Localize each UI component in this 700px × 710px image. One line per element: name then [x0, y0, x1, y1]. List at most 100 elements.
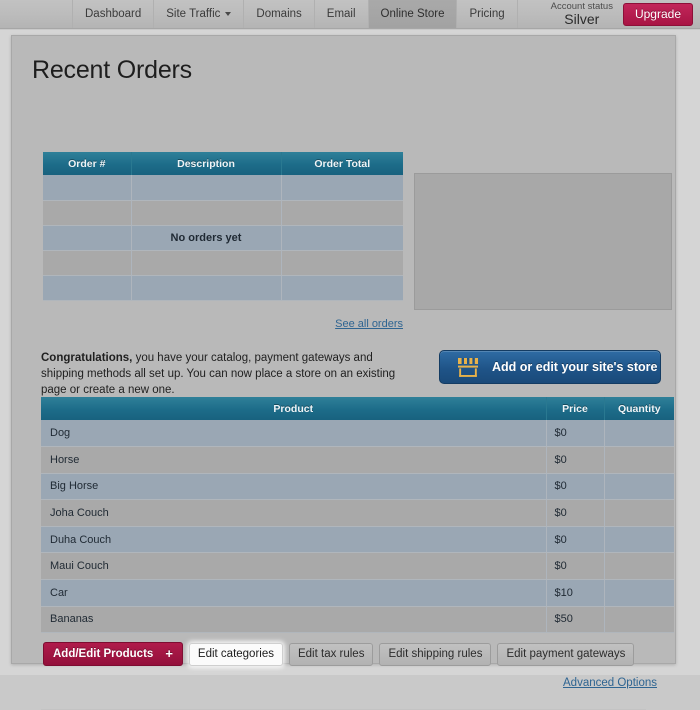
nav-item-dashboard[interactable]: Dashboard: [73, 0, 155, 28]
orders-table-row: [43, 250, 403, 276]
nav-item-domains[interactable]: Domains: [244, 0, 315, 28]
congratulations-message: Congratulations, you have your catalog, …: [41, 350, 401, 398]
product-row[interactable]: Car $10: [41, 579, 674, 607]
nav-item-label: Site Traffic: [166, 8, 221, 20]
nav-left-spacer: [0, 0, 73, 28]
products-column-header: Product: [41, 397, 547, 420]
product-row[interactable]: Horse $0: [41, 446, 674, 474]
orders-body: No orders yet: [43, 175, 403, 301]
product-price-cell: $0: [546, 420, 605, 448]
product-price-cell: $0: [546, 473, 605, 501]
product-quantity-cell: [604, 552, 674, 581]
product-product-cell: Duha Couch: [41, 526, 547, 554]
products-header-row: Product Price Quantity: [41, 397, 674, 420]
orders-table-cell: [281, 275, 403, 301]
button-label: Edit categories: [197, 647, 274, 660]
product-price-cell: $50: [546, 606, 605, 634]
orders-table-cell: [43, 175, 132, 201]
page-title: Recent Orders: [32, 56, 192, 84]
orders-table-cell: [43, 200, 132, 226]
panel-inner: Recent Orders Order # Description Order To…: [12, 56, 675, 710]
orders-column-header: Order Total: [281, 152, 403, 175]
nav-flex-spacer: [518, 0, 541, 28]
product-product-cell: Maui Couch: [41, 552, 547, 581]
advanced-options-link[interactable]: Advanced Options: [12, 677, 657, 689]
account-tier-value: Silver: [564, 10, 600, 27]
orders-table-cell: [281, 175, 403, 201]
nav-item-label: Pricing: [469, 8, 505, 20]
orders-header-row: Order # Description Order Total: [43, 152, 403, 175]
edit-tax-rules-button[interactable]: Edit tax rules: [288, 642, 374, 666]
nav-item-list: Dashboard Site Traffic Domains Email Online …: [73, 0, 518, 28]
product-product-cell: Horse: [41, 446, 547, 474]
orders-table-row: [43, 200, 403, 226]
nav-item-label: Dashboard: [85, 8, 142, 20]
edit-categories-button[interactable]: Edit categories: [188, 642, 283, 666]
product-row[interactable]: Big Horse $0: [41, 473, 674, 501]
orders-table-row: [43, 275, 403, 301]
nav-item-label: Online Store: [380, 8, 445, 20]
add-edit-products-button[interactable]: Add/Edit Products +: [43, 642, 183, 666]
product-product-cell: Joha Couch: [41, 499, 547, 527]
orders-table-cell: [281, 200, 403, 226]
product-quantity-cell: [604, 420, 674, 448]
nav-item-email[interactable]: Email: [315, 0, 369, 28]
product-price-cell: $0: [546, 526, 605, 554]
product-row[interactable]: Duha Couch $0: [41, 526, 674, 554]
orders-table-cell: [43, 275, 132, 301]
button-label: Edit payment gateways: [506, 647, 626, 660]
edit-shipping-rules-button[interactable]: Edit shipping rules: [379, 642, 492, 666]
top-navigation-bar: Dashboard Site Traffic Domains Email Online …: [0, 0, 700, 29]
button-label: Edit shipping rules: [388, 647, 483, 660]
products-body: Dog $0 Horse $0 Big Horse $0 Joha Couch $0 Duha …: [41, 420, 674, 634]
product-row[interactable]: Maui Couch $0: [41, 552, 674, 581]
product-action-buttons: Add/Edit Products + Edit categories Edit ta…: [43, 642, 635, 666]
product-price-cell: $0: [546, 552, 605, 581]
see-all-orders-link[interactable]: See all orders: [12, 318, 403, 330]
product-price-cell: $0: [546, 446, 605, 474]
button-label: Edit tax rules: [297, 647, 365, 660]
chevron-down-icon: [225, 12, 232, 16]
products-table-wrapper: Product Price Quantity Dog $0 Horse $0 Big Hor…: [41, 397, 674, 634]
content-panel: Recent Orders Order # Description Order To…: [11, 35, 676, 710]
product-product-cell: Car: [41, 579, 547, 607]
orders-column-header: Description: [131, 152, 282, 175]
storefront-icon: [456, 357, 480, 378]
orders-table-cell: [281, 250, 403, 276]
nav-item-label: Domains: [256, 8, 302, 20]
product-quantity-cell: [604, 579, 674, 607]
products-table: Product Price Quantity Dog $0 Horse $0 Big Hor…: [41, 397, 674, 634]
plus-icon: +: [165, 646, 173, 661]
edit-payment-gateways-button[interactable]: Edit payment gateways: [497, 642, 635, 666]
product-product-cell: Bananas: [41, 606, 547, 634]
product-row[interactable]: Joha Couch $0: [41, 499, 674, 527]
product-quantity-cell: [604, 446, 674, 474]
product-quantity-cell: [604, 606, 674, 634]
product-product-cell: Big Horse: [41, 473, 547, 501]
product-quantity-cell: [604, 526, 674, 554]
orders-table-cell: [131, 175, 282, 201]
product-price-cell: $10: [546, 579, 605, 607]
product-product-cell: Dog: [41, 420, 547, 448]
product-row[interactable]: Dog $0: [41, 420, 674, 448]
product-quantity-cell: [604, 499, 674, 527]
product-row[interactable]: Bananas $50: [41, 606, 674, 634]
products-column-header: Quantity: [604, 397, 674, 420]
orders-table-cell: [281, 225, 403, 251]
orders-table-row: [43, 175, 403, 201]
orders-table-cell: [43, 250, 132, 276]
product-quantity-cell: [604, 473, 674, 501]
nav-item-label: Email: [326, 8, 356, 20]
orders-column-header: Order #: [43, 152, 132, 175]
orders-table-cell: [43, 225, 132, 251]
orders-table-cell: [131, 275, 282, 301]
button-label: Add/Edit Products: [53, 647, 154, 660]
add-or-edit-store-button[interactable]: Add or edit your site's store: [439, 350, 661, 384]
store-button-label: Add or edit your site's store: [492, 360, 658, 374]
upgrade-button[interactable]: Upgrade: [622, 2, 693, 26]
nav-item-online-store[interactable]: Online Store: [368, 0, 458, 28]
products-column-header: Price: [546, 397, 605, 420]
nav-item-pricing[interactable]: Pricing: [457, 0, 518, 28]
orders-table-cell: [131, 200, 282, 226]
nav-item-site-traffic[interactable]: Site Traffic: [154, 0, 245, 28]
